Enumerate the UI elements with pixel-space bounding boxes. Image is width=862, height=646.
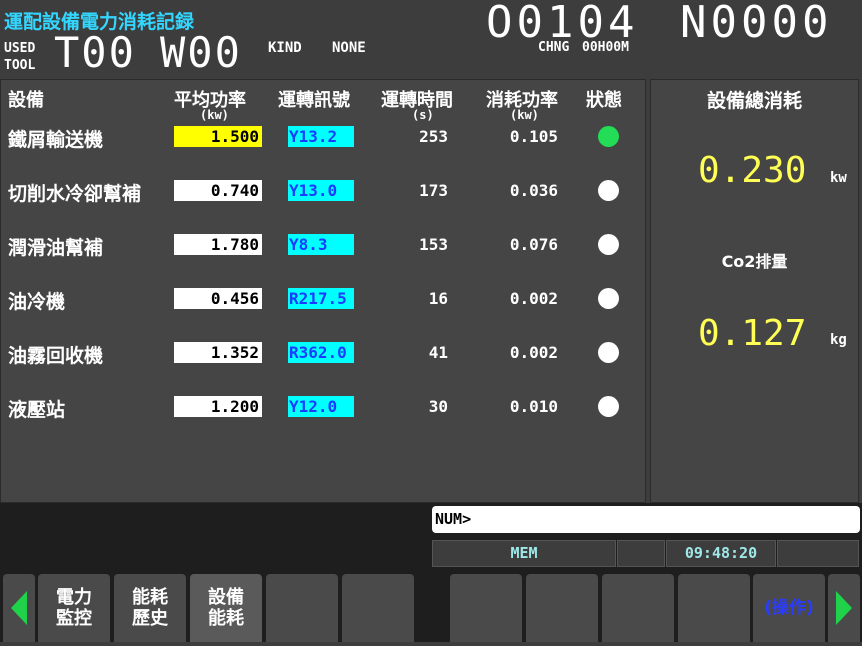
equipment-name: 液壓站	[8, 399, 66, 421]
run-time-value: 16	[428, 289, 448, 308]
col-status-header: 狀態	[586, 90, 622, 111]
status-cell-empty	[777, 540, 859, 567]
softkey-empty[interactable]	[266, 574, 338, 642]
avg-power-value[interactable]: 1.200	[174, 396, 262, 417]
run-time-value: 153	[419, 235, 448, 254]
softkey-next[interactable]	[828, 574, 860, 642]
softkey-power-monitor[interactable]: 電力 監控	[38, 574, 110, 642]
run-signal-value: Y13.0	[288, 180, 354, 201]
softkey-empty[interactable]	[342, 574, 414, 642]
equipment-name: 切削水冷卻幫補	[8, 183, 142, 205]
status-indicator	[598, 396, 619, 417]
co2-unit: kg	[830, 332, 847, 348]
mode-status: MEM	[432, 540, 616, 567]
left-arrow-icon	[11, 591, 27, 625]
status-indicator	[598, 234, 619, 255]
co2-label: Co2排量	[721, 252, 788, 271]
softkey-equipment-energy[interactable]: 設備 能耗	[190, 574, 262, 642]
equipment-name: 油冷機	[8, 291, 66, 313]
total-consumption-title: 設備總消耗	[706, 90, 802, 112]
run-signal-value: Y13.2	[288, 126, 354, 147]
tool-number: T00	[54, 28, 136, 77]
used-tool-label: USED TOOL	[4, 40, 35, 74]
consumed-power-value: 0.010	[509, 397, 558, 416]
run-signal-value: R217.5	[288, 288, 354, 309]
status-indicator	[598, 288, 619, 309]
total-consumption-panel	[650, 79, 859, 503]
softkey-empty[interactable]	[526, 574, 598, 642]
run-time-value: 30	[428, 397, 448, 416]
total-power-unit: kw	[830, 170, 847, 186]
right-arrow-icon	[836, 591, 852, 625]
consumed-power-value: 0.105	[509, 127, 558, 146]
col-avg-power-unit: (kw)	[200, 108, 229, 122]
status-indicator	[598, 126, 619, 147]
clock-status: 09:48:20	[666, 540, 776, 567]
status-indicator	[598, 180, 619, 201]
softkey-label: (操作)	[764, 597, 814, 618]
kind-label: KIND	[268, 40, 302, 56]
avg-power-value[interactable]: 0.740	[174, 180, 262, 201]
chng-value: 00H00M	[582, 40, 629, 55]
total-power-value: 0.230	[698, 150, 807, 191]
softkey-energy-history[interactable]: 能耗 歷史	[114, 574, 186, 642]
avg-power-value[interactable]: 1.780	[174, 234, 262, 255]
consumed-power-value: 0.076	[509, 235, 558, 254]
consumed-power-value: 0.036	[509, 181, 558, 200]
command-input[interactable]	[432, 506, 860, 533]
softkey-label: 能耗 歷史	[132, 587, 168, 629]
wear-offset-number: W00	[160, 28, 242, 77]
softkey-operate[interactable]: (操作)	[753, 574, 825, 642]
col-run-signal-header: 運轉訊號	[278, 90, 350, 111]
used-label-line2: TOOL	[4, 58, 36, 73]
col-run-time-unit: (s)	[412, 108, 434, 122]
run-time-value: 173	[419, 181, 448, 200]
status-indicator	[598, 342, 619, 363]
softkey-prev[interactable]	[3, 574, 35, 642]
run-time-value: 253	[419, 127, 448, 146]
kind-value: NONE	[332, 40, 366, 56]
softkey-label: 設備 能耗	[208, 587, 244, 629]
col-equipment-header: 設備	[8, 90, 44, 111]
sequence-number: N0000	[680, 0, 833, 48]
consumed-power-value: 0.002	[509, 343, 558, 362]
equipment-name: 鐵屑輸送機	[8, 129, 104, 151]
avg-power-value[interactable]: 0.456	[174, 288, 262, 309]
status-cell-empty	[617, 540, 665, 567]
equipment-name: 油霧回收機	[8, 345, 104, 367]
col-consumed-power-unit: (kw)	[510, 108, 539, 122]
run-signal-value: R362.0	[288, 342, 354, 363]
softkey-empty[interactable]	[602, 574, 674, 642]
avg-power-value[interactable]: 1.500	[174, 126, 262, 147]
used-label-line1: USED	[4, 41, 36, 56]
run-signal-value: Y12.0	[288, 396, 354, 417]
chng-label: CHNG	[538, 40, 570, 55]
softkey-empty[interactable]	[450, 574, 522, 642]
avg-power-value[interactable]: 1.352	[174, 342, 262, 363]
equipment-name: 潤滑油幫補	[8, 237, 104, 259]
consumed-power-value: 0.002	[509, 289, 558, 308]
run-signal-value: Y8.3	[288, 234, 354, 255]
co2-value: 0.127	[698, 313, 807, 354]
softkey-label: 電力 監控	[56, 587, 92, 629]
run-time-value: 41	[428, 343, 448, 362]
softkey-empty[interactable]	[678, 574, 750, 642]
